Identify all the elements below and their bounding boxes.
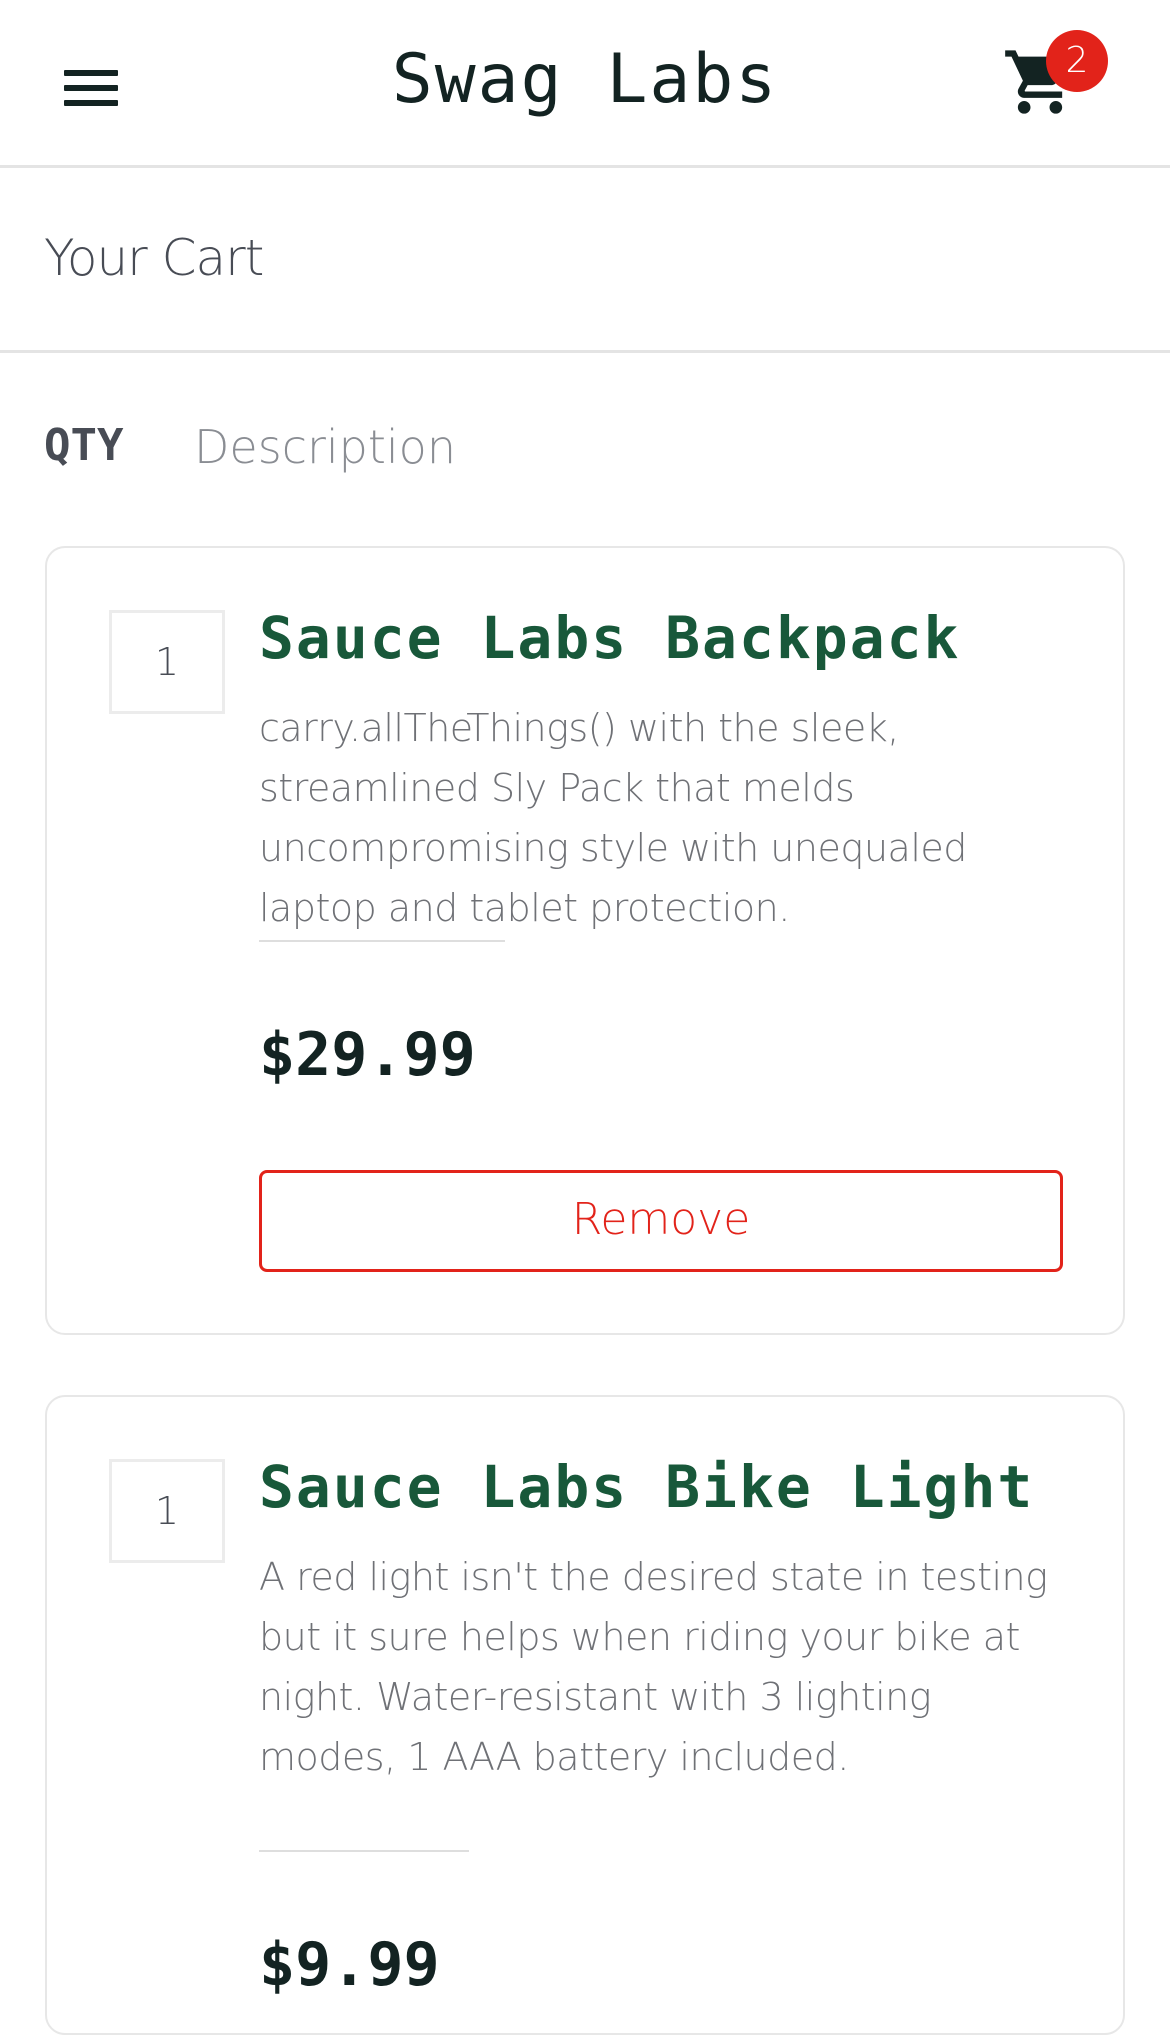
remove-button[interactable]: Remove (259, 1170, 1063, 1272)
divider (259, 1850, 469, 1852)
secondary-header: Your Cart (0, 168, 1170, 353)
cart-item: 1 Sauce Labs Bike Light A red light isn'… (45, 1395, 1125, 2035)
page-title: Your Cart (44, 229, 264, 287)
description-column-label: Description (194, 420, 456, 474)
cart-item-quantity: 1 (109, 610, 225, 714)
cart-item-quantity: 1 (109, 1459, 225, 1563)
cart-item-name-link[interactable]: Sauce Labs Backpack (259, 604, 960, 672)
cart-column-headers: QTY Description (0, 420, 1170, 480)
cart-item-description: carry.allTheThings() with the sleek, str… (259, 706, 967, 930)
divider (259, 940, 505, 942)
qty-column-label: QTY (44, 420, 124, 471)
cart-item-name-link[interactable]: Sauce Labs Bike Light (259, 1453, 1034, 1521)
shopping-cart-link[interactable]: 2 (998, 30, 1118, 130)
cart-item-price: $29.99 (259, 1020, 476, 1090)
app-header: Swag Labs 2 (0, 0, 1170, 168)
cart-item-description: A red light isn't the desired state in t… (259, 1555, 1048, 1779)
cart-item: 1 Sauce Labs Backpack carry.allTheThings… (45, 546, 1125, 1335)
cart-item-price: $9.99 (259, 1930, 440, 2000)
app-title: Swag Labs (391, 40, 779, 119)
cart-count-badge: 2 (1046, 30, 1108, 92)
